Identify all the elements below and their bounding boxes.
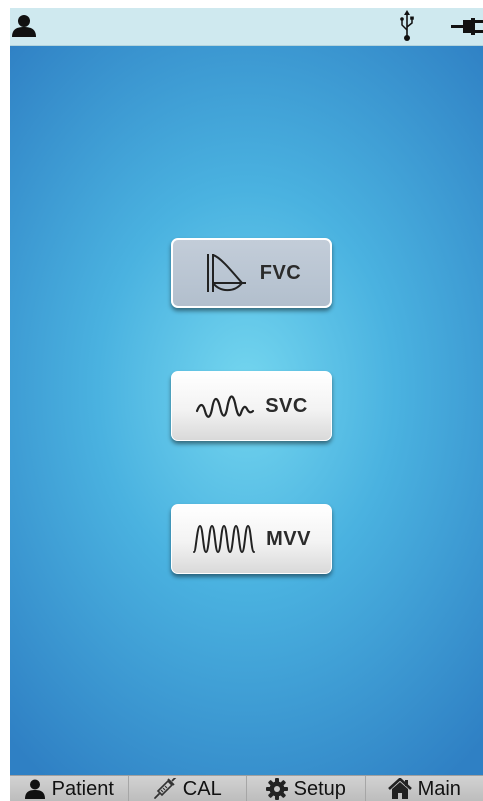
- tab-patient-label: Patient: [51, 778, 114, 800]
- svc-wave-icon: [196, 395, 255, 418]
- fvc-curve-icon: [206, 254, 246, 292]
- tab-main-label: Main: [417, 778, 461, 800]
- tab-main[interactable]: Main: [366, 776, 483, 801]
- tab-cal[interactable]: CAL: [129, 776, 247, 801]
- svc-button[interactable]: SVC: [171, 371, 332, 441]
- usb-icon: [400, 10, 414, 41]
- bottom-tab-bar: Patient CAL Setup Main: [10, 775, 483, 801]
- mvv-label: MVV: [266, 527, 311, 550]
- svc-label: SVC: [265, 394, 308, 417]
- gear-icon: [265, 778, 288, 800]
- device-screen: FVC SVC MVV Patient CAL Setup Main: [10, 8, 483, 801]
- measurement-menu: FVC SVC MVV: [10, 46, 483, 775]
- status-bar: [10, 8, 483, 46]
- syringe-icon: [153, 778, 177, 799]
- tab-patient[interactable]: Patient: [10, 776, 129, 801]
- tab-setup[interactable]: Setup: [247, 776, 366, 801]
- tab-cal-label: CAL: [182, 778, 222, 800]
- fvc-label: FVC: [259, 261, 302, 284]
- mvv-button[interactable]: MVV: [171, 504, 332, 574]
- tab-setup-label: Setup: [293, 778, 346, 800]
- user-icon[interactable]: [11, 14, 37, 38]
- mvv-wave-icon: [193, 524, 256, 554]
- power-plug-icon: [451, 18, 483, 35]
- home-icon: [387, 778, 412, 799]
- fvc-button[interactable]: FVC: [171, 238, 332, 308]
- user-icon: [24, 779, 45, 799]
